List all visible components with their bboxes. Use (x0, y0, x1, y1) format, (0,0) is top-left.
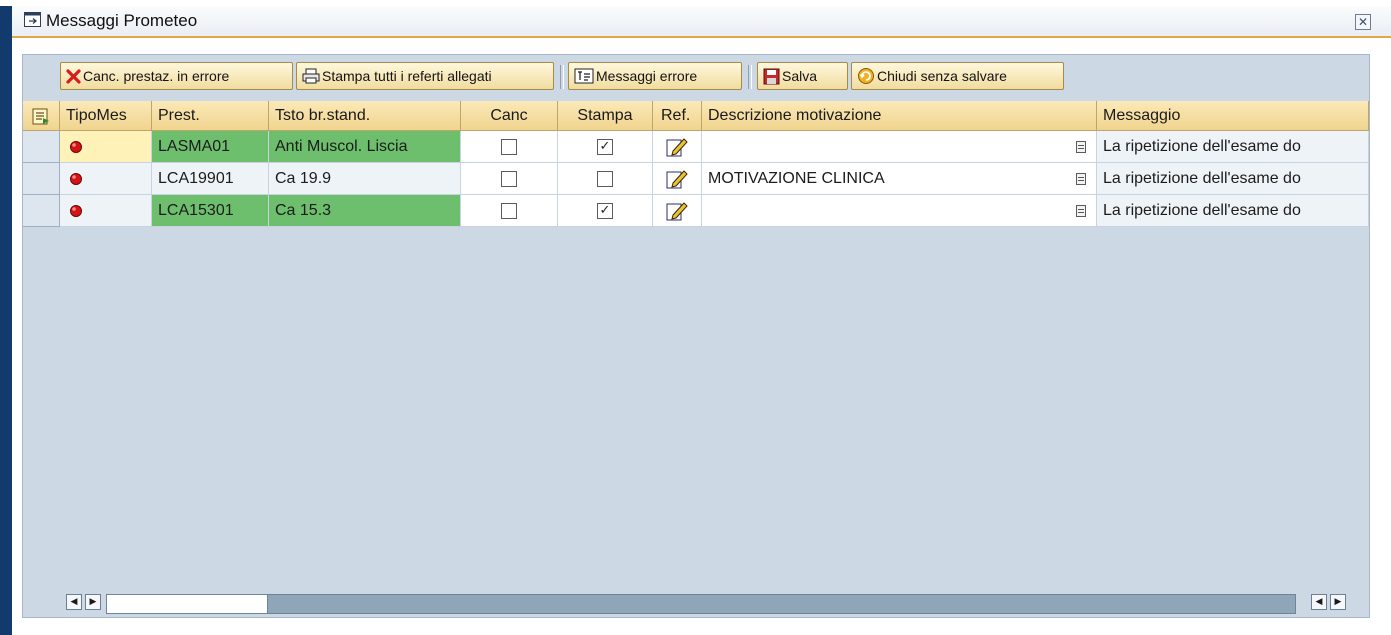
scroll-left-arrow-icon[interactable]: ◀ (1311, 594, 1327, 610)
row-canc-cell (461, 163, 558, 195)
horizontal-scrollbar[interactable]: ◀ ▶ ◀ ▶ (60, 591, 1368, 614)
column-header-messaggio[interactable]: Messaggio (1097, 101, 1369, 131)
window-title: Messaggi Prometeo (46, 11, 198, 30)
stampa-checkbox[interactable] (597, 170, 613, 187)
red-status-icon (70, 141, 82, 153)
select-all-button[interactable] (23, 101, 60, 131)
stampa-checkbox[interactable]: ✓ (597, 202, 613, 219)
close-without-saving-button[interactable]: Chiudi senza salvare (851, 62, 1064, 90)
print-all-reports-label: Stampa tutti i referti allegati (322, 68, 492, 84)
column-header-tipomes[interactable]: TipoMes (60, 101, 152, 131)
scroll-left-arrow-icon[interactable]: ◀ (66, 594, 82, 610)
row-prest-cell[interactable]: LASMA01 (152, 131, 269, 163)
row-stampa-cell (558, 163, 653, 195)
red-x-icon (66, 68, 81, 84)
row-tsto-cell[interactable]: Anti Muscol. Liscia (269, 131, 461, 163)
row-messaggio-cell: La ripetizione dell'esame do (1097, 163, 1369, 195)
messages-grid-panel: Canc. prestaz. in errore Stampa tutti i … (22, 54, 1370, 618)
row-selector[interactable] (23, 163, 60, 195)
error-messages-button[interactable]: Messaggi errore (568, 62, 742, 90)
edit-pencil-icon[interactable] (666, 137, 688, 157)
row-stampa-cell: ✓ (558, 195, 653, 227)
row-status-cell (60, 163, 152, 195)
row-messaggio-cell: La ripetizione dell'esame do (1097, 195, 1369, 227)
toolbar-separator (748, 65, 752, 89)
long-text-icon[interactable] (1076, 205, 1086, 217)
layout-menu-icon (32, 108, 49, 125)
close-without-save-icon (857, 67, 875, 85)
long-text-icon[interactable] (1076, 141, 1086, 153)
row-ref-cell (653, 131, 702, 163)
row-tsto-cell[interactable]: Ca 19.9 (269, 163, 461, 195)
red-status-icon (70, 173, 82, 185)
print-all-reports-button[interactable]: Stampa tutti i referti allegati (296, 62, 554, 90)
row-stampa-cell: ✓ (558, 131, 653, 163)
row-prest-cell[interactable]: LCA19901 (152, 163, 269, 195)
canc-checkbox[interactable] (501, 138, 517, 155)
dialog-icon (24, 12, 41, 27)
close-without-saving-label: Chiudi senza salvare (877, 68, 1007, 84)
scrollbar-track[interactable] (106, 594, 1296, 614)
stampa-checkbox[interactable]: ✓ (597, 138, 613, 155)
canc-checkbox[interactable] (501, 170, 517, 187)
cancel-errored-services-label: Canc. prestaz. in errore (83, 68, 230, 84)
row-selector[interactable] (23, 195, 60, 227)
red-status-icon (70, 205, 82, 217)
column-header-ref[interactable]: Ref. (653, 101, 702, 131)
window-left-edge (0, 6, 12, 635)
save-button[interactable]: Salva (757, 62, 848, 90)
row-status-cell (60, 195, 152, 227)
error-messages-icon (574, 68, 594, 84)
canc-checkbox[interactable] (501, 202, 517, 219)
row-messaggio-cell: La ripetizione dell'esame do (1097, 131, 1369, 163)
toolbar-separator (560, 65, 564, 89)
cancel-errored-services-button[interactable]: Canc. prestaz. in errore (60, 62, 293, 90)
column-header-prest[interactable]: Prest. (152, 101, 269, 131)
row-ref-cell (653, 163, 702, 195)
column-header-tsto[interactable]: Tsto br.stand. (269, 101, 461, 131)
row-descrizione-cell[interactable] (702, 131, 1097, 163)
window-titlebar: Messaggi Prometeo ✕ (12, 6, 1391, 38)
edit-pencil-icon[interactable] (666, 169, 688, 189)
save-label: Salva (782, 68, 818, 84)
grid-toolbar: Canc. prestaz. in errore Stampa tutti i … (60, 56, 1368, 97)
scroll-right-arrow-icon[interactable]: ▶ (1330, 594, 1346, 610)
long-text-icon[interactable] (1076, 173, 1086, 185)
row-selector[interactable] (23, 131, 60, 163)
close-icon[interactable]: ✕ (1355, 14, 1371, 30)
row-descrizione-cell[interactable] (702, 195, 1097, 227)
error-messages-label: Messaggi errore (596, 68, 698, 84)
row-tsto-cell[interactable]: Ca 15.3 (269, 195, 461, 227)
printer-icon (302, 68, 320, 84)
save-icon (763, 68, 780, 85)
column-header-canc[interactable]: Canc (461, 101, 558, 131)
row-canc-cell (461, 131, 558, 163)
column-header-stampa[interactable]: Stampa (558, 101, 653, 131)
row-canc-cell (461, 195, 558, 227)
row-status-cell (60, 131, 152, 163)
row-prest-cell[interactable]: LCA15301 (152, 195, 269, 227)
column-header-descrizione[interactable]: Descrizione motivazione (702, 101, 1097, 131)
row-ref-cell (653, 195, 702, 227)
edit-pencil-icon[interactable] (666, 201, 688, 221)
scrollbar-thumb[interactable] (107, 595, 268, 613)
descrizione-text: MOTIVAZIONE CLINICA (708, 170, 885, 187)
scroll-right-arrow-icon[interactable]: ▶ (85, 594, 101, 610)
row-descrizione-cell[interactable]: MOTIVAZIONE CLINICA (702, 163, 1097, 195)
